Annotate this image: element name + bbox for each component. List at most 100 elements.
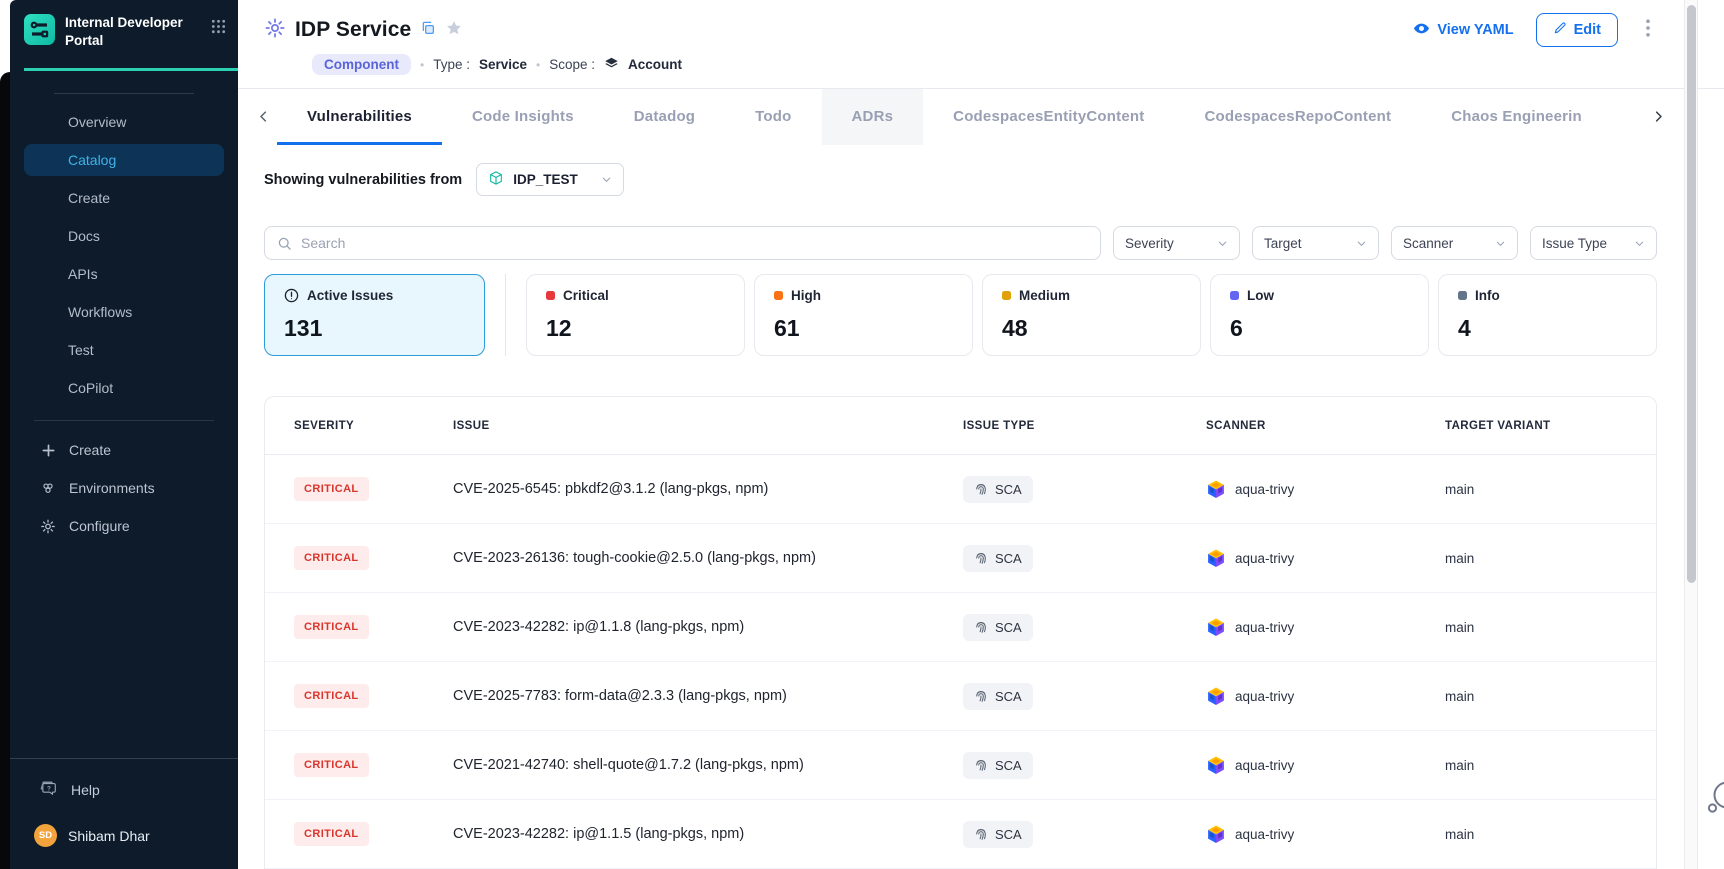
- apps-grid-icon[interactable]: [211, 19, 226, 39]
- desktop-background: [0, 72, 10, 869]
- issue-text: CVE-2021-42740: shell-quote@1.7.2 (lang-…: [453, 757, 963, 773]
- severity-dot: [774, 291, 783, 300]
- tab-todo[interactable]: Todo: [725, 89, 821, 145]
- issue-type-label: SCA: [995, 551, 1022, 566]
- issue-type-badge: SCA: [963, 545, 1033, 572]
- help-label: Help: [71, 782, 100, 798]
- sidebar: Internal Developer Portal Overview Catalo…: [10, 0, 238, 869]
- severity-dot: [1458, 291, 1467, 300]
- tab-datadog[interactable]: Datadog: [604, 89, 725, 145]
- sidebar-item-test[interactable]: Test: [24, 334, 224, 366]
- filter-target[interactable]: Target: [1252, 226, 1379, 260]
- filter-dropdowns: Severity Target Scanner Issue Type: [1113, 226, 1657, 260]
- tab-vulnerabilities[interactable]: Vulnerabilities: [277, 89, 442, 145]
- brand-row: Internal Developer Portal: [10, 0, 238, 62]
- card-active-issues[interactable]: Active Issues 131: [264, 274, 485, 356]
- filter-severity[interactable]: Severity: [1113, 226, 1240, 260]
- sidebar-item-create-new[interactable]: Create: [24, 435, 224, 465]
- target-scope-select[interactable]: IDP_TEST: [476, 163, 624, 196]
- issue-type-badge: SCA: [963, 683, 1033, 710]
- chevron-down-icon: [1217, 238, 1228, 249]
- help-chat-icon: ?: [40, 779, 58, 800]
- scope-value: Account: [628, 57, 682, 72]
- filter-label: Target: [1264, 236, 1302, 251]
- tab-chaos-engineerin[interactable]: Chaos Engineerin: [1421, 89, 1612, 145]
- sidebar-item-label: Create: [69, 442, 111, 458]
- more-options-kebab-icon[interactable]: [1640, 17, 1656, 44]
- scanner-label: aqua-trivy: [1235, 551, 1294, 566]
- sidebar-item-label: Test: [68, 342, 94, 358]
- plus-icon: [40, 443, 56, 458]
- card-low[interactable]: Low 6: [1210, 274, 1429, 356]
- column-header: SCANNER: [1206, 420, 1445, 432]
- favorite-star-icon[interactable]: [445, 19, 463, 42]
- sidebar-item-label: Create: [68, 190, 110, 206]
- scrollbar-thumb[interactable]: [1687, 5, 1696, 583]
- table-row[interactable]: CRITICAL CVE-2021-42740: shell-quote@1.7…: [265, 731, 1656, 800]
- table-row[interactable]: CRITICAL CVE-2025-7783: form-data@2.3.3 …: [265, 662, 1656, 731]
- issue-type-label: SCA: [995, 482, 1022, 497]
- sidebar-item-catalog[interactable]: Catalog: [24, 144, 224, 176]
- severity-badge: CRITICAL: [294, 546, 369, 570]
- card-info[interactable]: Info 4: [1438, 274, 1657, 356]
- fingerprint-icon: [974, 689, 988, 703]
- filter-label: Severity: [1125, 236, 1174, 251]
- target-variant: main: [1445, 482, 1656, 497]
- sidebar-item-docs[interactable]: Docs: [24, 220, 224, 252]
- sidebar-item-workflows[interactable]: Workflows: [24, 296, 224, 328]
- feedback-widget-icon[interactable]: [1705, 778, 1724, 823]
- meta-separator: •: [536, 58, 540, 72]
- aqua-trivy-icon: [1206, 824, 1226, 844]
- sidebar-item-label: APIs: [68, 266, 98, 282]
- aqua-trivy-icon: [1206, 479, 1226, 499]
- tabs-scroll-right-icon[interactable]: [1645, 105, 1672, 128]
- filter-issue-type[interactable]: Issue Type: [1530, 226, 1657, 260]
- severity-dot: [546, 291, 555, 300]
- tab-label: Code Insights: [472, 108, 574, 125]
- card-label: Low: [1247, 288, 1274, 303]
- sidebar-item-overview[interactable]: Overview: [24, 106, 224, 138]
- card-high[interactable]: High 61: [754, 274, 973, 356]
- issue-text: CVE-2023-42282: ip@1.1.5 (lang-pkgs, npm…: [453, 826, 963, 842]
- user-menu[interactable]: SD Shibam Dhar: [10, 808, 238, 869]
- tabs-scroll-left-icon[interactable]: [250, 105, 277, 128]
- column-header: ISSUE TYPE: [963, 420, 1206, 432]
- table-row[interactable]: CRITICAL CVE-2023-42282: ip@1.1.5 (lang-…: [265, 800, 1656, 869]
- scanner-label: aqua-trivy: [1235, 689, 1294, 704]
- page-title: IDP Service: [295, 18, 411, 42]
- sidebar-item-configure[interactable]: Configure: [24, 511, 224, 541]
- sidebar-item-environments[interactable]: Environments: [24, 473, 224, 503]
- copy-icon[interactable]: [420, 20, 436, 41]
- card-critical[interactable]: Critical 12: [526, 274, 745, 356]
- avatar: SD: [34, 824, 57, 847]
- sidebar-item-apis[interactable]: APIs: [24, 258, 224, 290]
- card-medium[interactable]: Medium 48: [982, 274, 1201, 356]
- target-variant: main: [1445, 758, 1656, 773]
- card-value: 61: [774, 315, 953, 342]
- tab-code-insights[interactable]: Code Insights: [442, 89, 604, 145]
- table-row[interactable]: CRITICAL CVE-2023-26136: tough-cookie@2.…: [265, 524, 1656, 593]
- search-input[interactable]: [301, 235, 1088, 251]
- vertical-scrollbar: [1684, 0, 1698, 869]
- table-row[interactable]: CRITICAL CVE-2025-6545: pbkdf2@3.1.2 (la…: [265, 455, 1656, 524]
- severity-badge: CRITICAL: [294, 753, 369, 777]
- issue-type-label: SCA: [995, 758, 1022, 773]
- tab-label: ADRs: [852, 108, 894, 125]
- view-yaml-link[interactable]: View YAML: [1413, 20, 1513, 41]
- tab-codespacesentitycontent[interactable]: CodespacesEntityContent: [923, 89, 1174, 145]
- sidebar-item-copilot[interactable]: CoPilot: [24, 372, 224, 404]
- showing-label: Showing vulnerabilities from: [264, 172, 462, 188]
- column-header: SEVERITY: [265, 420, 453, 432]
- summary-cards: Active Issues 131 Critical 12 High 61 Me…: [264, 274, 1657, 356]
- issue-text: CVE-2025-7783: form-data@2.3.3 (lang-pkg…: [453, 688, 963, 704]
- edit-button[interactable]: Edit: [1536, 13, 1618, 47]
- entity-meta-row: Component • Type : Service • Scope : Acc…: [312, 54, 1656, 75]
- issue-type-label: SCA: [995, 827, 1022, 842]
- tab-codespacesrepocontent[interactable]: CodespacesRepoContent: [1174, 89, 1421, 145]
- filter-scanner[interactable]: Scanner: [1391, 226, 1518, 260]
- sidebar-item-create[interactable]: Create: [24, 182, 224, 214]
- chevron-down-icon: [601, 174, 612, 185]
- table-row[interactable]: CRITICAL CVE-2023-42282: ip@1.1.8 (lang-…: [265, 593, 1656, 662]
- tab-adrs[interactable]: ADRs: [822, 89, 924, 145]
- help-button[interactable]: ? Help: [10, 759, 238, 808]
